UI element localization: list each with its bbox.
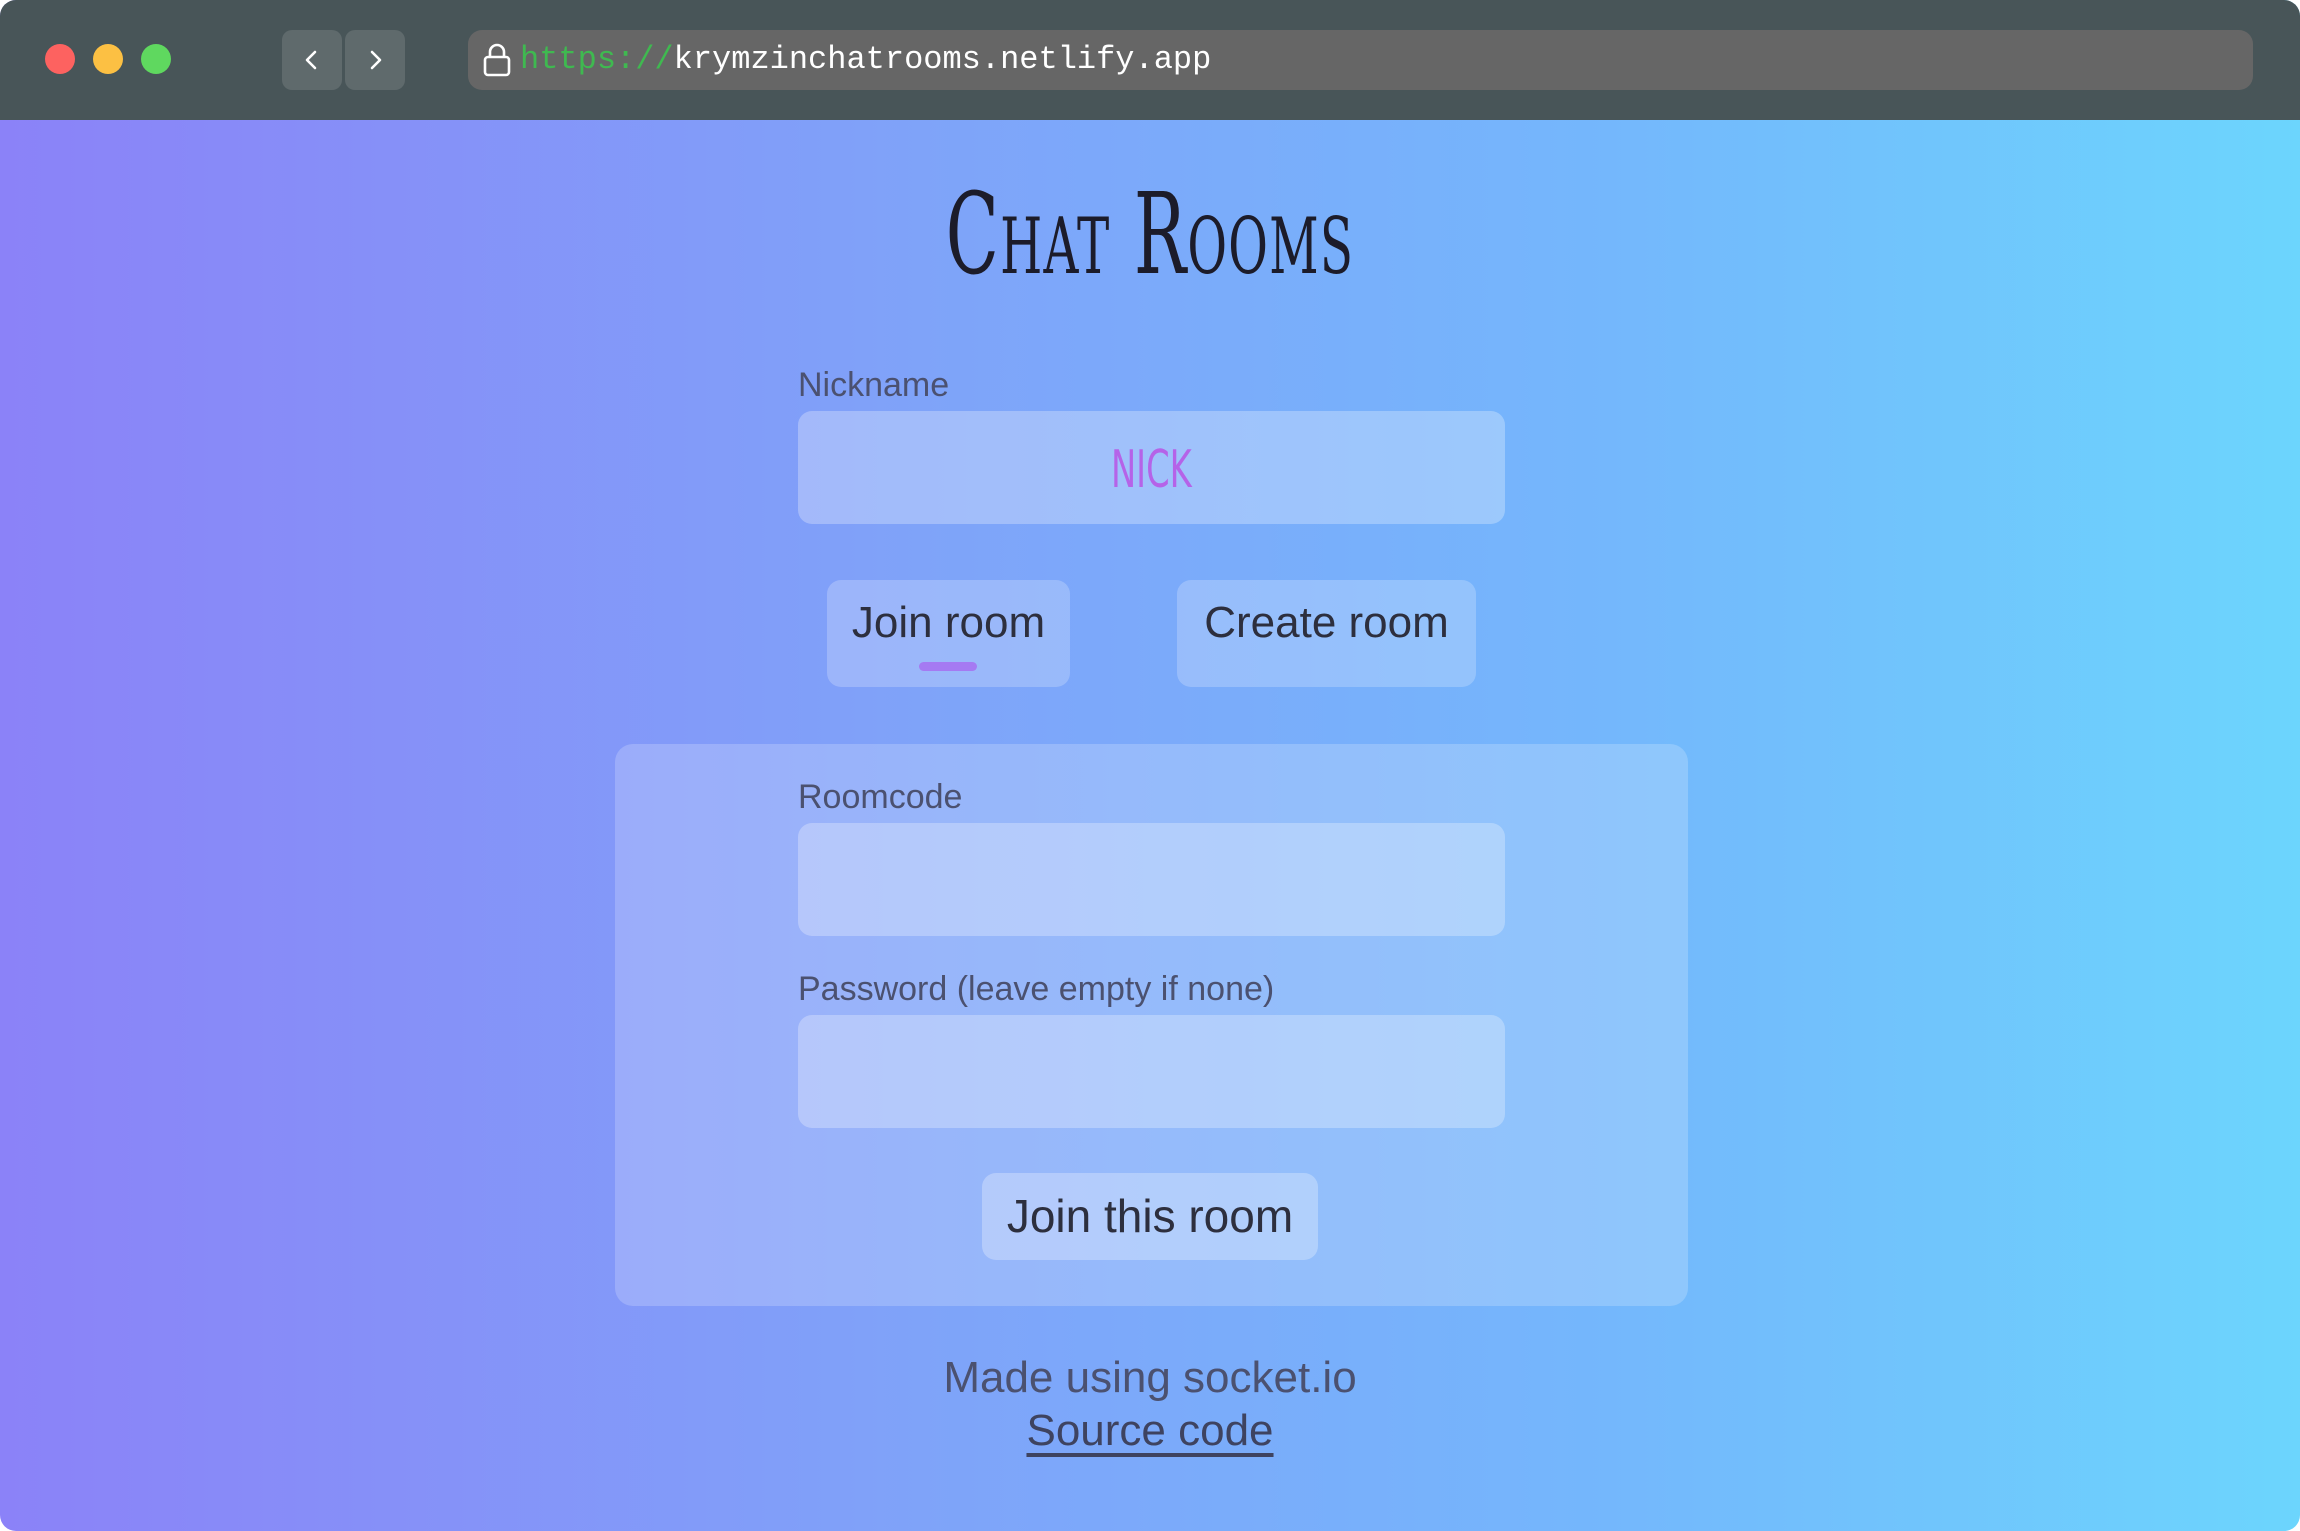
nickname-label: Nickname <box>798 366 950 404</box>
tab-create-room[interactable]: Create room <box>1177 580 1476 687</box>
page-title: Chat Rooms <box>945 170 1355 300</box>
password-label: Password (leave empty if none) <box>798 970 1275 1008</box>
active-tab-indicator <box>919 662 977 671</box>
password-input[interactable] <box>798 1015 1505 1128</box>
join-this-room-button[interactable]: Join this room <box>982 1173 1318 1260</box>
chevron-left-icon <box>305 50 317 70</box>
url-host: krymzinchatrooms.netlify.app <box>673 41 1212 78</box>
footer-link-container: Source code <box>0 1405 2300 1457</box>
browser-titlebar: https://krymzinchatrooms.netlify.app <box>0 0 2300 120</box>
minimize-window-button[interactable] <box>93 44 123 74</box>
roomcode-label: Roomcode <box>798 778 963 816</box>
forward-button[interactable] <box>345 30 405 90</box>
tab-join-room[interactable]: Join room <box>827 580 1070 687</box>
nickname-value: NICK <box>1110 440 1192 500</box>
chevron-right-icon <box>370 50 382 70</box>
url-text: https://krymzinchatrooms.netlify.app <box>520 42 1211 78</box>
close-window-button[interactable] <box>45 44 75 74</box>
browser-window: https://krymzinchatrooms.netlify.app Cha… <box>0 0 2300 1531</box>
url-scheme: https:// <box>520 41 674 78</box>
address-bar[interactable]: https://krymzinchatrooms.netlify.app <box>468 30 2253 90</box>
source-code-link[interactable]: Source code <box>1026 1406 1273 1455</box>
roomcode-input[interactable] <box>798 823 1505 936</box>
back-button[interactable] <box>282 30 342 90</box>
lock-icon <box>483 43 511 77</box>
maximize-window-button[interactable] <box>141 44 171 74</box>
footer-credit: Made using socket.io <box>943 1353 1357 1402</box>
nickname-input[interactable]: NICK <box>798 411 1505 524</box>
tab-create-room-label: Create room <box>1204 598 1449 647</box>
tab-join-room-label: Join room <box>851 598 1046 647</box>
